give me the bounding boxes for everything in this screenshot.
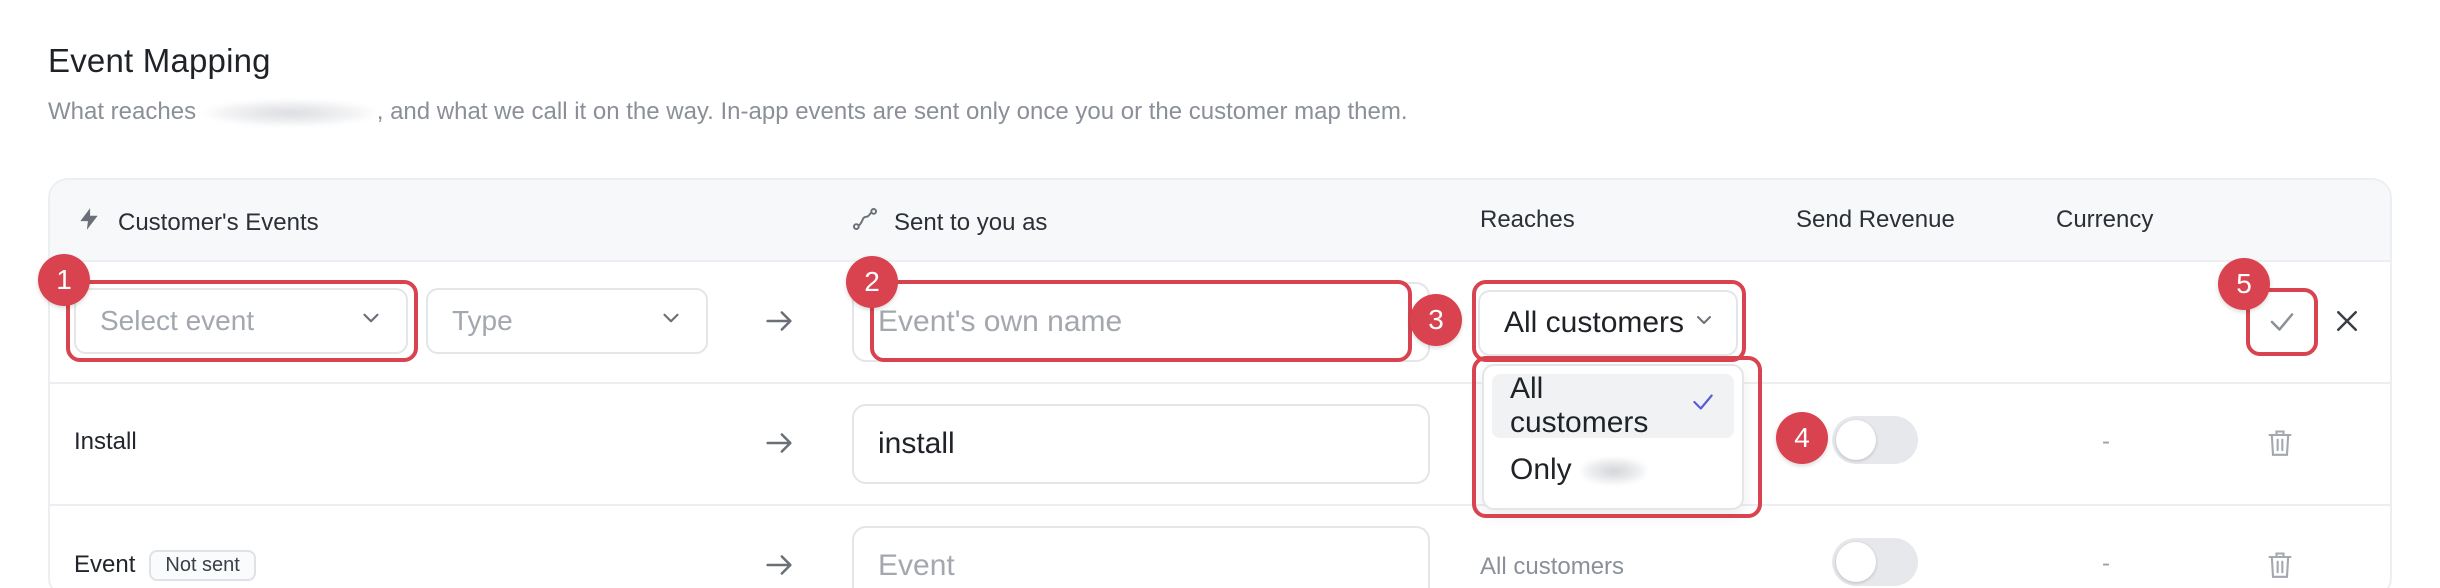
chevron-down-icon [358,305,384,338]
check-icon [1690,389,1716,423]
step-marker-4: 4 [1776,412,1828,464]
chevron-down-icon [1692,306,1716,340]
column-sent-as: Sent to you as [852,206,1047,239]
cancel-button[interactable] [2322,298,2372,348]
column-customers-events: Customer's Events [76,206,319,239]
currency-cell: - [2102,428,2110,455]
step-marker-3: 3 [1410,294,1462,346]
step-marker-5: 5 [2218,258,2270,310]
step-marker-2: 2 [846,256,898,308]
column-currency: Currency [2056,206,2154,233]
send-revenue-toggle[interactable] [1832,416,1918,464]
reaches-cell: All customers [1480,553,1625,580]
toggle-knob [1836,420,1876,460]
arrow-right-icon [762,304,796,338]
check-icon [2267,307,2297,342]
type-dropdown[interactable]: Type [426,288,708,354]
subtitle-prefix: What reaches [48,98,197,125]
subtitle-suffix: , and what we call it on the way. In-app… [376,98,1408,125]
close-icon [2332,306,2362,341]
header: Event Mapping [48,42,271,80]
row-divider [50,382,2390,384]
redacted-name [1581,458,1646,485]
toggle-knob [1836,542,1876,582]
trash-icon[interactable] [2266,550,2294,580]
arrow-right-icon [762,426,796,460]
select-event-dropdown[interactable]: Select event [74,288,408,354]
step-marker-1: 1 [38,254,90,306]
sent-as-input[interactable]: install [852,404,1430,484]
route-icon [852,206,878,239]
event-name-input[interactable]: Event's own name [852,282,1430,362]
column-reaches: Reaches [1480,206,1575,233]
lightning-icon [76,206,102,239]
column-send-revenue: Send Revenue [1796,206,1955,233]
status-badge: Not sent [149,550,256,581]
currency-cell: - [2102,550,2110,577]
send-revenue-toggle[interactable] [1832,538,1918,586]
page-subtitle: What reaches , and what we call it on th… [48,98,1408,126]
chevron-down-icon [658,305,684,338]
event-cell: Event Not sent [74,550,256,581]
trash-icon[interactable] [2266,428,2294,458]
arrow-right-icon [762,548,796,582]
confirm-button[interactable] [2253,295,2311,353]
dropdown-option-only[interactable]: Only [1492,438,1734,502]
table-header: Customer's Events Sent to you as Reaches… [50,180,2390,262]
page-title: Event Mapping [48,42,271,79]
reaches-dropdown-menu: All customers Only [1482,364,1744,510]
sent-as-input[interactable]: Event [852,526,1430,588]
event-cell: Install [74,428,137,455]
row-divider [50,504,2390,506]
dropdown-option-all-customers[interactable]: All customers [1492,372,1734,439]
redacted-name [204,99,375,126]
reaches-select[interactable]: All customers [1478,290,1738,356]
